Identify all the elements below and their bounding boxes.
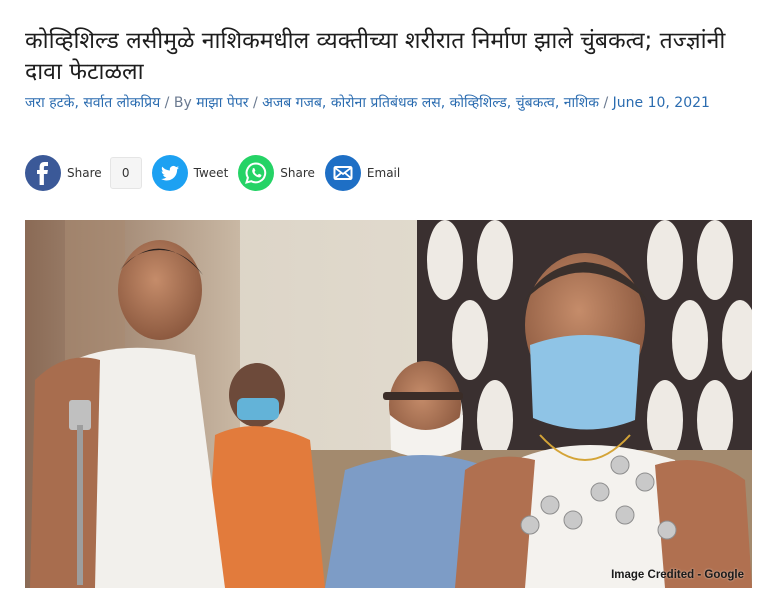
facebook-share-label: Share — [67, 166, 102, 180]
article-title: कोव्हिशिल्ड लसीमुळे नाशिकमधील व्यक्तीच्य… — [25, 28, 726, 85]
tag-link[interactable]: कोरोना प्रतिबंधक लस — [331, 95, 441, 111]
meta-separator: / — [248, 95, 263, 111]
article-meta: जरा हटके, सर्वात लोकप्रिय / By माझा पेपर… — [25, 92, 745, 114]
tag-link[interactable]: अजब गजब — [262, 95, 322, 111]
tag-link[interactable]: चुंबकत्व — [516, 95, 555, 111]
email-share-button[interactable]: Email — [324, 155, 401, 191]
twitter-share-button[interactable]: Tweet — [151, 155, 229, 191]
facebook-icon — [25, 155, 61, 191]
meta-comma: , — [554, 95, 564, 111]
email-icon — [324, 155, 361, 191]
meta-separator: / — [599, 95, 613, 111]
meta-separator: / — [160, 95, 174, 111]
email-share-label: Email — [366, 166, 401, 180]
category-link[interactable]: जरा हटके — [25, 95, 74, 111]
byline-prefix: By — [173, 95, 197, 111]
image-credit: Image Credited - Google — [611, 569, 744, 581]
meta-comma: , — [321, 95, 331, 111]
category-link[interactable]: सर्वात लोकप्रिय — [83, 95, 160, 111]
twitter-share-label: Tweet — [193, 166, 229, 180]
share-bar: Share 0 Tweet Share Email — [25, 154, 410, 192]
twitter-icon — [151, 155, 188, 191]
publish-date: June 10, 2021 — [612, 95, 710, 111]
meta-comma: , — [506, 95, 516, 111]
tag-link[interactable]: कोव्हिशिल्ड — [450, 95, 507, 111]
whatsapp-share-label: Share — [280, 166, 315, 180]
share-count: 0 — [109, 157, 142, 189]
facebook-share-button[interactable]: Share 0 — [25, 155, 142, 191]
tag-link[interactable]: नाशिक — [564, 95, 599, 111]
meta-comma: , — [440, 95, 450, 111]
whatsapp-icon — [238, 155, 275, 191]
meta-comma: , — [74, 95, 84, 111]
photo-illustration — [25, 220, 752, 588]
author-link[interactable]: माझा पेपर — [196, 95, 248, 111]
whatsapp-share-button[interactable]: Share — [238, 155, 315, 191]
article-photo[interactable]: Image Credited - Google — [25, 220, 752, 588]
